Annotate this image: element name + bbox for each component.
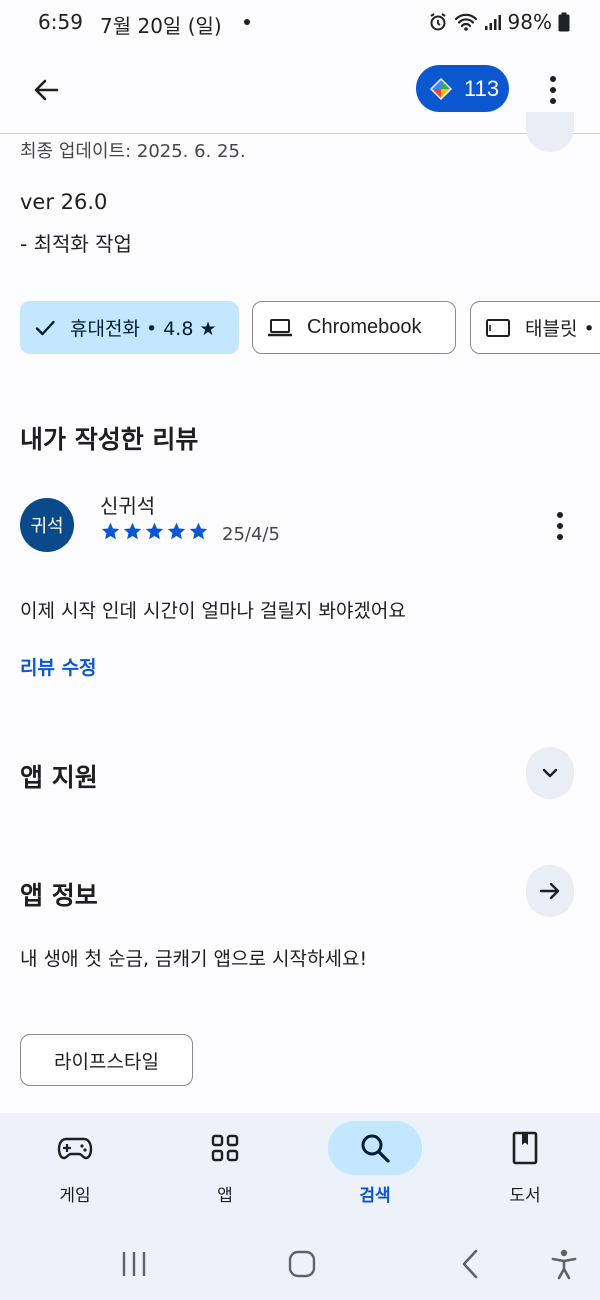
system-navigation-bar xyxy=(0,1228,600,1300)
status-icons: 98% xyxy=(428,10,570,34)
gamepad-icon xyxy=(28,1121,122,1175)
nav-label: 게임 xyxy=(59,1186,91,1206)
status-time: 6:59 xyxy=(38,10,83,34)
nav-label: 검색 xyxy=(359,1186,391,1206)
app-bar: 113 xyxy=(0,46,600,134)
chevron-down-icon xyxy=(542,768,558,778)
points-count: 113 xyxy=(464,75,500,101)
edit-review-link[interactable]: 리뷰 수정 xyxy=(20,653,97,680)
accessibility-icon xyxy=(551,1249,577,1280)
app-support-heading: 앱 지원 xyxy=(20,763,98,792)
my-review-heading: 내가 작성한 리뷰 xyxy=(20,425,199,454)
search-icon xyxy=(328,1121,422,1175)
nav-games[interactable]: 게임 xyxy=(20,1121,130,1221)
wifi-icon xyxy=(454,13,477,31)
more-vert-icon xyxy=(550,76,556,104)
star-icon xyxy=(189,522,208,540)
play-points-icon xyxy=(430,77,452,100)
tablet-icon xyxy=(486,318,510,337)
battery-icon xyxy=(558,12,570,32)
device-chip-label: Chromebook xyxy=(307,316,422,338)
system-back-button[interactable] xyxy=(450,1244,490,1284)
review-options-button[interactable] xyxy=(548,506,572,546)
scrolled-button-edge xyxy=(526,112,574,152)
arrow-forward-icon xyxy=(539,882,560,900)
recent-apps-icon xyxy=(122,1252,146,1276)
app-description: 내 생애 첫 순금, 금캐기 앱으로 시작하세요! xyxy=(20,948,368,970)
device-chip-tablet[interactable]: 태블릿 • 4 xyxy=(470,301,600,354)
more-vert-icon xyxy=(557,512,563,540)
nav-apps[interactable]: 앱 xyxy=(170,1121,280,1221)
star-icon xyxy=(167,522,186,540)
chevron-left-icon xyxy=(462,1249,478,1279)
device-chip-label: 휴대전화 • 4.8 ★ xyxy=(70,318,217,340)
device-chip-phone[interactable]: 휴대전화 • 4.8 ★ xyxy=(20,301,239,354)
battery-percent: 98% xyxy=(507,10,552,34)
status-bar: 6:59 7월 20일 (일) 98% xyxy=(0,0,600,46)
arrow-back-icon xyxy=(34,79,59,101)
category-chip-label: 라이프스타일 xyxy=(54,1050,159,1073)
nav-search[interactable]: 검색 xyxy=(320,1121,430,1221)
device-chip-chromebook[interactable]: Chromebook xyxy=(252,301,456,354)
laptop-icon xyxy=(268,318,292,336)
signal-icon xyxy=(484,15,501,30)
app-info-arrow-button[interactable] xyxy=(526,865,574,917)
book-icon xyxy=(478,1121,572,1175)
release-note-text: - 최적화 작업 xyxy=(20,232,132,256)
star-icon xyxy=(145,522,164,540)
alarm-icon xyxy=(429,13,446,31)
apps-grid-icon xyxy=(178,1121,272,1175)
version-text: ver 26.0 xyxy=(20,190,108,214)
home-button[interactable] xyxy=(282,1244,322,1284)
rating-stars xyxy=(100,521,209,542)
play-points-button[interactable]: 113 xyxy=(416,65,509,112)
category-chip[interactable]: 라이프스타일 xyxy=(20,1034,193,1086)
reviewer-name: 신귀석 xyxy=(100,494,156,518)
recent-apps-button[interactable] xyxy=(114,1244,154,1284)
nav-label: 도서 xyxy=(509,1186,541,1206)
accessibility-button[interactable] xyxy=(544,1244,584,1284)
review-text: 이제 시작 인데 시간이 얼마나 걸릴지 봐야겠어요 xyxy=(20,600,406,622)
home-icon xyxy=(288,1250,316,1278)
device-chip-label: 태블릿 • 4 xyxy=(525,318,600,340)
more-options-button[interactable] xyxy=(536,68,570,112)
nav-books[interactable]: 도서 xyxy=(470,1121,580,1221)
nav-label: 앱 xyxy=(217,1186,233,1206)
check-icon xyxy=(35,320,55,335)
star-icon xyxy=(123,522,142,540)
avatar-text: 귀석 xyxy=(30,516,64,537)
expand-app-support-button[interactable] xyxy=(526,747,574,799)
bottom-navigation: 게임 앱 검색 도서 xyxy=(0,1113,600,1228)
last-updated-text: 최종 업데이트: 2025. 6. 25. xyxy=(20,141,246,162)
app-info-heading: 앱 정보 xyxy=(20,881,98,910)
avatar: 귀석 xyxy=(20,498,74,552)
notification-dot-icon xyxy=(244,19,250,25)
status-date: 7월 20일 (일) xyxy=(100,14,222,38)
review-date: 25/4/5 xyxy=(222,524,280,545)
back-button[interactable] xyxy=(24,68,68,112)
star-icon xyxy=(101,522,120,540)
